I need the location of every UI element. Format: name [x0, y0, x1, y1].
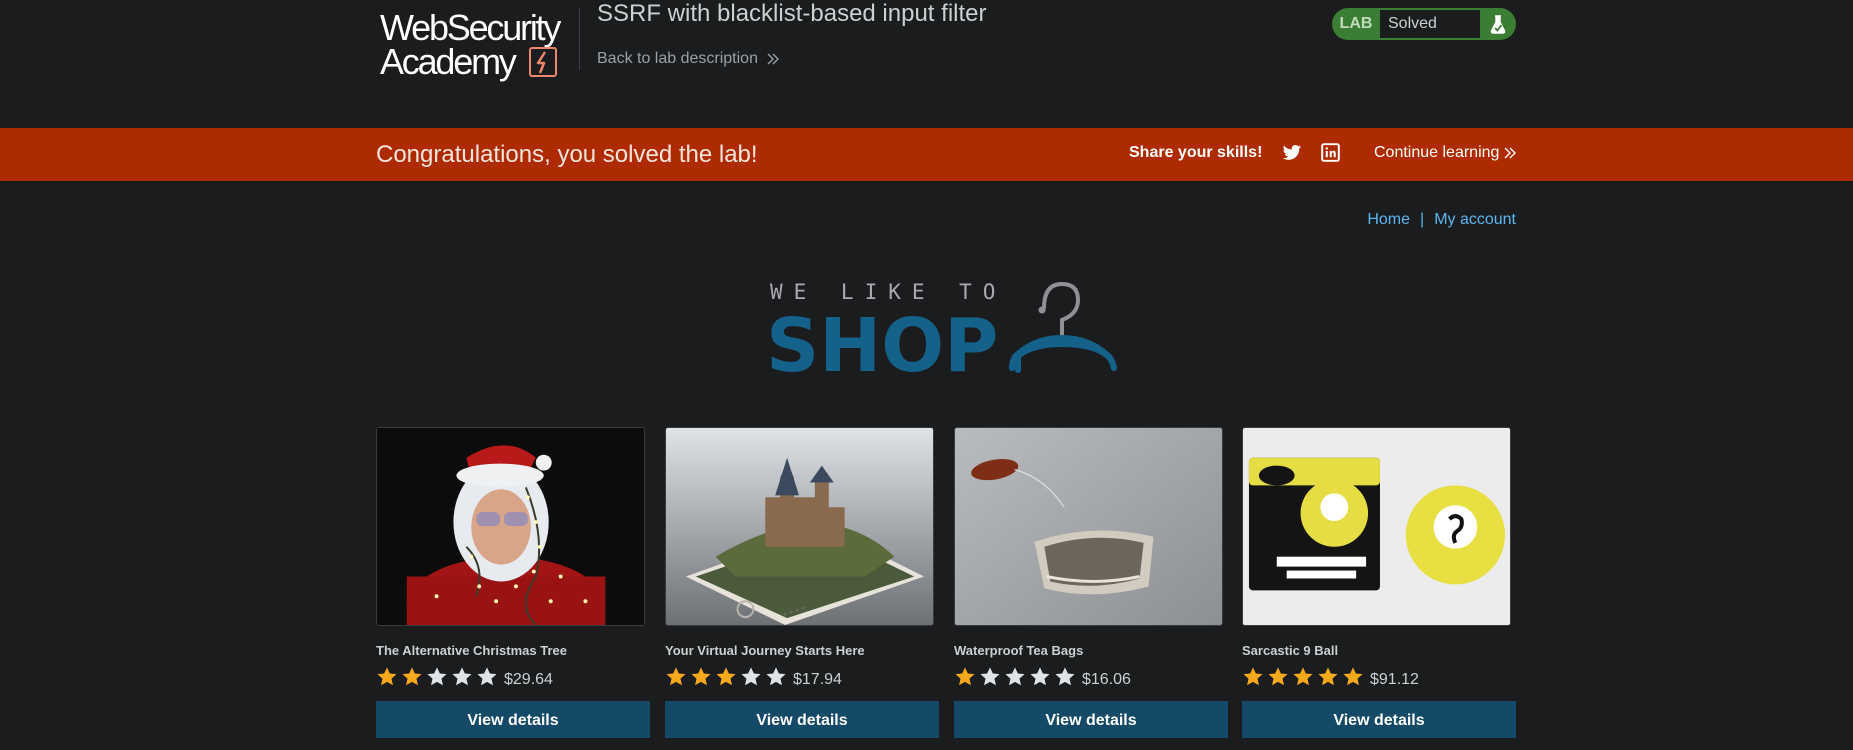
product-card: Your Virtual Journey Starts Here $17.94 … — [665, 427, 939, 738]
logo-line2: Academy — [380, 41, 517, 82]
star-empty-icon — [452, 667, 472, 686]
back-link-label: Back to lab description — [597, 50, 758, 67]
product-price: $91.12 — [1370, 670, 1419, 688]
lab-title: SSRF with blacklist-based input filter — [597, 0, 987, 27]
view-details-button[interactable]: View details — [376, 701, 650, 738]
product-price: $29.64 — [504, 670, 553, 688]
product-card: Waterproof Tea Bags $16.06 View details — [954, 427, 1228, 738]
nav-home-link[interactable]: Home — [1367, 211, 1410, 229]
lab-status-badge: LAB Solved — [1332, 8, 1516, 40]
star-filled-icon — [1243, 667, 1263, 686]
lab-status: Solved — [1380, 10, 1480, 38]
we-like-to-shop-logo: WE LIKE TO SHOP — [766, 280, 1128, 386]
castle-on-phone-image — [665, 427, 934, 626]
star-filled-icon — [1268, 667, 1288, 686]
star-rating — [665, 666, 787, 688]
product-card: The Alternative Christmas Tree $29.64 Vi… — [376, 427, 650, 738]
star-filled-icon — [402, 667, 422, 686]
lightning-bolt-icon — [529, 47, 557, 77]
congratulations-message: Congratulations, you solved the lab! — [376, 141, 758, 168]
star-empty-icon — [1055, 667, 1075, 686]
man-with-lights-image — [376, 427, 645, 626]
star-filled-icon — [691, 667, 711, 686]
product-price: $17.94 — [793, 670, 842, 688]
header-divider — [579, 8, 580, 70]
product-rating-row: $29.64 — [376, 665, 650, 689]
continue-learning-label: Continue learning — [1374, 144, 1500, 161]
star-filled-icon — [377, 667, 397, 686]
product-rating-row: $16.06 — [954, 665, 1228, 689]
star-empty-icon — [427, 667, 447, 686]
star-empty-icon — [1030, 667, 1050, 686]
view-details-button[interactable]: View details — [665, 701, 939, 738]
product-name[interactable]: Your Virtual Journey Starts Here — [665, 643, 939, 658]
nav-separator: | — [1420, 211, 1425, 228]
product-price: $16.06 — [1082, 670, 1131, 688]
clothes-hanger-icon — [1009, 281, 1117, 373]
double-chevron-right-icon — [767, 53, 779, 65]
double-chevron-right-icon — [1504, 147, 1517, 159]
header: WebSecurity Academy SSRF with blacklist-… — [0, 0, 1853, 128]
product-rating-row: $17.94 — [665, 665, 939, 689]
star-empty-icon — [477, 667, 497, 686]
star-filled-icon — [1318, 667, 1338, 686]
continue-learning-link[interactable]: Continue learning — [1374, 144, 1517, 162]
tea-bag-image — [954, 427, 1223, 626]
view-details-button[interactable]: View details — [1242, 701, 1516, 738]
star-rating — [1242, 666, 1364, 688]
product-name[interactable]: Waterproof Tea Bags — [954, 643, 1228, 658]
flask-icon — [1480, 14, 1516, 34]
star-filled-icon — [666, 667, 686, 686]
nine-ball-image — [1242, 427, 1511, 626]
share-skills-label: Share your skills! — [1129, 144, 1263, 161]
linkedin-icon[interactable] — [1321, 143, 1340, 162]
star-filled-icon — [1293, 667, 1313, 686]
product-card: Sarcastic 9 Ball $91.12 View details — [1242, 427, 1516, 738]
solved-banner: Congratulations, you solved the lab! Sha… — [0, 128, 1853, 181]
star-empty-icon — [1005, 667, 1025, 686]
product-name[interactable]: Sarcastic 9 Ball — [1242, 643, 1516, 658]
star-filled-icon — [1343, 667, 1363, 686]
star-empty-icon — [741, 667, 761, 686]
back-to-lab-description-link[interactable]: Back to lab description — [597, 50, 780, 68]
star-empty-icon — [980, 667, 1000, 686]
star-rating — [376, 666, 498, 688]
product-name[interactable]: The Alternative Christmas Tree — [376, 643, 650, 658]
star-rating — [954, 666, 1076, 688]
shop-wordmark: SHOP — [766, 303, 999, 389]
shop-tagline: WE LIKE TO — [770, 280, 1007, 304]
star-filled-icon — [716, 667, 736, 686]
product-rating-row: $91.12 — [1242, 665, 1516, 689]
twitter-icon[interactable] — [1282, 143, 1302, 163]
web-security-academy-logo[interactable]: WebSecurity Academy — [376, 6, 578, 82]
nav-my-account-link[interactable]: My account — [1434, 211, 1516, 229]
top-nav: Home | My account — [1366, 211, 1516, 229]
lab-label: LAB — [1339, 15, 1373, 32]
view-details-button[interactable]: View details — [954, 701, 1228, 738]
star-filled-icon — [955, 667, 975, 686]
star-empty-icon — [766, 667, 786, 686]
